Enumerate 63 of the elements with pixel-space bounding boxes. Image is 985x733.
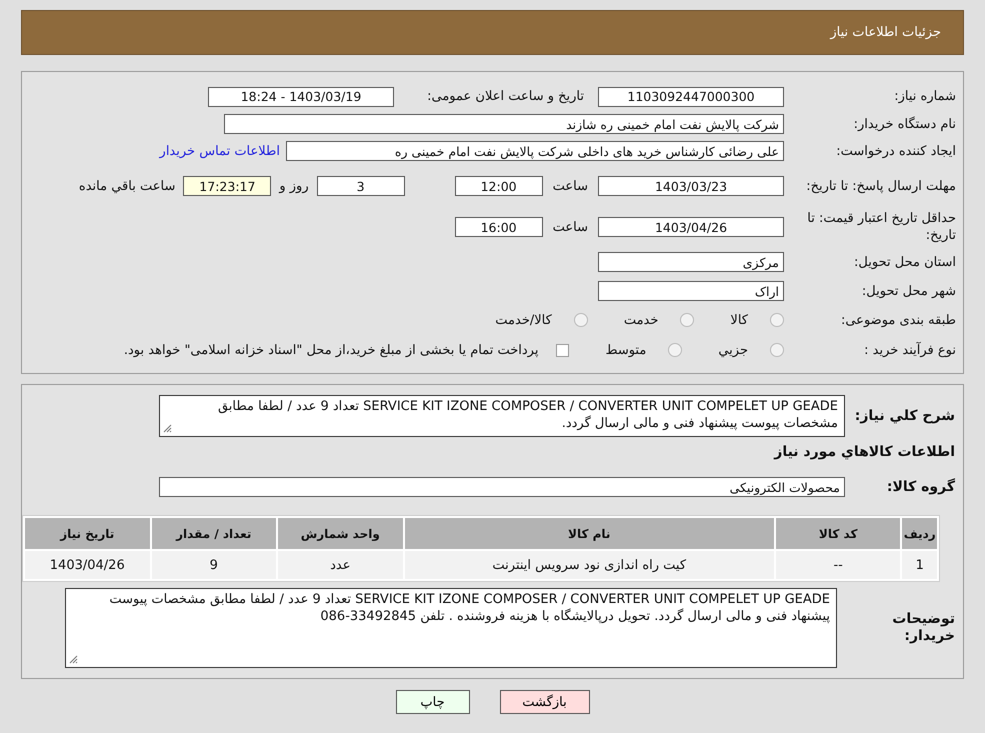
radio-button[interactable]	[668, 343, 682, 357]
resize-grip-icon[interactable]	[69, 655, 78, 664]
field-label: شرح کلي نیاز:	[854, 408, 955, 424]
value-field: 16:00	[454, 217, 543, 237]
value-field: 1403/03/23	[598, 176, 784, 196]
field-label: حداقل تاریخ اعتبار قیمت: تا تاریخ:	[806, 210, 956, 244]
time-label: ساعت	[552, 178, 588, 194]
column-header: تعداد / مقدار	[152, 518, 276, 549]
radio-button[interactable]	[770, 313, 784, 327]
value-field: اراک	[598, 281, 784, 301]
option-label: کالا	[730, 312, 748, 328]
column-header: واحد شمارش	[278, 518, 403, 549]
column-header: کد کالا	[776, 518, 900, 549]
field-label: نام دستگاه خریدار:	[852, 116, 956, 132]
value-field: 1403/04/26	[598, 217, 784, 237]
radio-button[interactable]	[574, 313, 588, 327]
table-cell: عدد	[278, 551, 403, 579]
print-button[interactable]: چاپ	[396, 690, 470, 714]
field-label: طبقه بندی موضوعی:	[840, 312, 956, 328]
option-label: جزيي	[718, 342, 748, 358]
field-label: گروه کالا:	[886, 478, 955, 496]
table-cell: 9	[152, 551, 276, 579]
table-cell: --	[776, 551, 900, 579]
value-field: 3	[316, 176, 405, 196]
value-field: 12:00	[454, 176, 543, 196]
checkbox[interactable]	[556, 344, 570, 356]
option-label: خدمت	[624, 312, 658, 328]
field-label: شهر محل تحویل:	[860, 282, 956, 300]
field-label: مهلت ارسال پاسخ: تا تاریخ:	[805, 178, 956, 194]
column-header: تاریخ نیاز	[25, 518, 150, 549]
column-header: نام کالا	[404, 518, 774, 549]
resize-grip-icon[interactable]	[163, 424, 172, 433]
value-field: مرکزی	[598, 252, 784, 272]
field-label: نوع فرآیند خرید :	[863, 342, 956, 358]
table-cell: کیت راه اندازی نود سرویس اینترنت	[404, 551, 774, 579]
summary-text-area[interactable]: SERVICE KIT IZONE COMPOSER / CONVERTER UNIT COMPELET UP GEADE تعداد 9 عدد / لطفا مطابق مشخصات پیوست پیشنهاد فنی و مالی ارسال گردد.	[159, 395, 845, 437]
value-field: علی رضائی کارشناس خرید های داخلی شرکت پالایش نفت امام خمینی ره	[286, 141, 784, 161]
back-button[interactable]: بازگشت	[500, 690, 590, 714]
table-cell: 1	[902, 551, 937, 579]
value-field: 17:23:17	[183, 176, 272, 196]
field-label: شماره نیاز:	[893, 88, 956, 105]
radio-button[interactable]	[680, 313, 694, 327]
field-label: تاریخ و ساعت اعلان عمومی:	[426, 88, 585, 105]
remaining-label: ساعت باقي مانده	[78, 178, 176, 194]
option-label: پرداخت تمام یا بخشی از مبلغ خرید،از محل "اسناد خزانه اسلامی" خواهد بود.	[124, 342, 538, 358]
value-field: 1103092447000300	[598, 86, 784, 106]
value-field: شرکت پالایش نفت امام خمینی ره شازند	[224, 114, 784, 134]
time-label: ساعت	[552, 220, 588, 234]
field-label: استان محل تحویل:	[853, 254, 956, 270]
radio-button[interactable]	[770, 343, 784, 357]
field-label: توضیحات خریدار:	[891, 611, 955, 645]
option-label: کالا/خدمت	[495, 312, 552, 328]
buyer-contact-link[interactable]: اطلاعات تماس خریدار	[160, 144, 280, 158]
column-header: ردیف	[902, 518, 937, 549]
value-field: محصولات الکترونیکی	[159, 477, 845, 497]
option-label: متوسط	[605, 342, 646, 358]
page-title: جزئیات اطلاعات نیاز	[830, 25, 941, 40]
field-label: اطلاعات کالاهاي مورد نیاز	[772, 444, 955, 460]
notes-text-area[interactable]: SERVICE KIT IZONE COMPOSER / CONVERTER UNIT COMPELET UP GEADE تعداد 9 عدد / لطفا مطابق مشخصات پیوست پیشنهاد فنی و مالی ارسال گردد. تحویل درپالایشگاه با هزینه فروشنده . تلفن 33492845-086	[65, 588, 837, 668]
days-label: روز و	[279, 178, 309, 194]
field-label: ایجاد کننده درخواست:	[835, 142, 956, 160]
value-field: 1403/03/19 - 18:24	[208, 86, 394, 106]
table-cell: 1403/04/26	[25, 551, 150, 579]
